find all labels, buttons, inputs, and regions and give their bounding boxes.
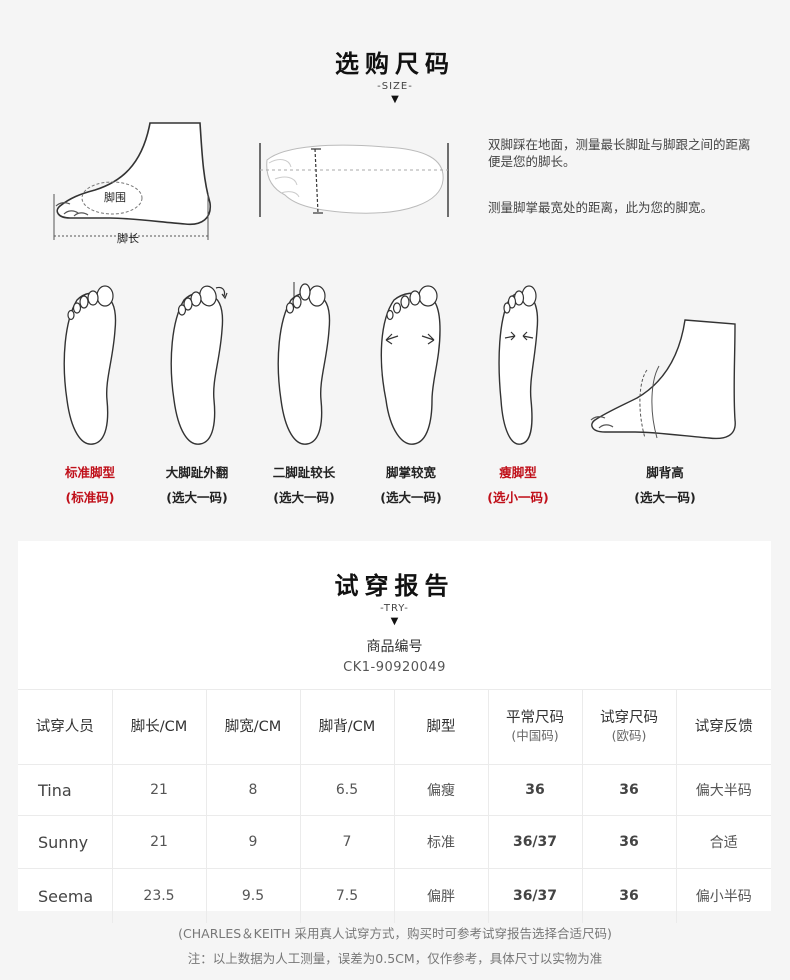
foot-type-slim: 瘦脚型 (选小一码): [463, 280, 573, 506]
standard-foot-icon: [63, 285, 117, 445]
bunion-foot-icon: [170, 285, 228, 445]
tester-name: Sunny: [18, 815, 113, 869]
foot-type-label: 二脚趾较长: [272, 465, 336, 480]
tester-name: Tina: [18, 764, 113, 816]
foot-type-bunion: 大脚趾外翻 (选大一码): [142, 280, 252, 506]
down-arrow-icon: ▼: [391, 94, 399, 105]
foot-width-cell: 9.5: [206, 868, 301, 923]
girth-label: 脚围: [104, 191, 126, 204]
normal-size-cell: 36/37: [488, 815, 583, 869]
feedback-cell: 偏小半码: [676, 868, 771, 923]
high-instep-foot-icon: [590, 319, 736, 440]
table-row: Sunny 21 9 7 标准 36/37 36 合适: [18, 815, 771, 869]
foot-type-label: 瘦脚型: [499, 465, 537, 480]
foot-side-diagram: 脚围 脚长: [50, 118, 220, 252]
header-trial-size: 试穿尺码 (欧码): [582, 689, 677, 765]
foot-length-cell: 23.5: [112, 868, 207, 923]
foot-type-note: (选大一码): [273, 490, 335, 505]
header-feedback: 试穿反馈: [676, 689, 771, 765]
trial-size-cell: 36: [582, 764, 677, 816]
foot-type-note: (选大一码): [166, 490, 228, 505]
header-foot-length: 脚长/CM: [112, 689, 207, 765]
product-code-value: CK1-90920049: [343, 660, 446, 675]
wide-foot-icon: [380, 285, 441, 445]
foot-type-long-second-toe: 二脚趾较长 (选大一码): [249, 280, 359, 506]
normal-size-cell: 36/37: [488, 868, 583, 923]
foot-type-label: 大脚趾外翻: [165, 465, 229, 480]
length-label: 脚长: [117, 232, 139, 245]
footnote-disclaimer: 注：以上数据为人工测量，误差为0.5CM，仅作参考，具体尺寸以实物为准: [187, 951, 603, 966]
foot-type-note: (选大一码): [634, 490, 696, 505]
table-header-row: 试穿人员 脚长/CM 脚宽/CM 脚背/CM 脚型 平常尺码 (中国码) 试穿尺码…: [18, 689, 771, 765]
feedback-cell: 偏大半码: [676, 764, 771, 816]
length-description: 双脚踩在地面，测量最长脚趾与脚跟之间的距离便是您的脚长。: [488, 137, 751, 169]
foot-type-cell: 标准: [394, 815, 489, 869]
trial-size-cell: 36: [582, 868, 677, 923]
size-section-header: 选购尺码 -SIZE- ▼: [0, 44, 790, 105]
header-tester: 试穿人员: [18, 689, 113, 765]
size-title: 选购尺码: [335, 50, 455, 78]
foot-type-cell: 偏胖: [394, 868, 489, 923]
foot-type-note: (选小一码): [487, 490, 549, 505]
foot-width-cell: 8: [206, 764, 301, 816]
foot-type-cell: 偏瘦: [394, 764, 489, 816]
foot-type-standard: 标准脚型 (标准码): [35, 280, 145, 506]
foot-length-cell: 21: [112, 764, 207, 816]
slim-foot-icon: [498, 285, 539, 445]
trial-report-panel: 试穿报告 -TRY- ▼ 商品编号 CK1-90920049 试穿人员 脚长/C…: [18, 541, 771, 923]
size-subtitle: -SIZE-: [377, 81, 413, 92]
header-instep: 脚背/CM: [300, 689, 395, 765]
foot-type-note: (标准码): [65, 490, 115, 505]
header-foot-type: 脚型: [394, 689, 489, 765]
tester-name: Seema: [18, 868, 113, 923]
trial-subtitle: -TRY-: [380, 603, 409, 614]
normal-size-cell: 36: [488, 764, 583, 816]
foot-type-wide: 脚掌较宽 (选大一码): [356, 280, 466, 506]
footnote-purchase-tip: (CHARLES＆KEITH 采用真人试穿方式，购买时可参考试穿报告选择合适尺码…: [178, 926, 612, 941]
trial-report-table: 试穿人员 脚长/CM 脚宽/CM 脚背/CM 脚型 平常尺码 (中国码) 试穿尺码…: [18, 689, 771, 923]
instep-cell: 7.5: [300, 868, 395, 923]
foot-top-diagram: [255, 135, 455, 229]
trial-size-cell: 36: [582, 815, 677, 869]
instep-cell: 6.5: [300, 764, 395, 816]
foot-type-label: 脚掌较宽: [385, 465, 436, 480]
long-second-toe-foot-icon: [277, 282, 331, 445]
header-normal-size: 平常尺码 (中国码): [488, 689, 583, 765]
trial-title: 试穿报告: [334, 572, 455, 600]
instep-cell: 7: [300, 815, 395, 869]
table-row: Seema 23.5 9.5 7.5 偏胖 36/37 36 偏小半码: [18, 868, 771, 923]
product-code-label: 商品编号: [366, 639, 423, 655]
foot-type-note: (选大一码): [380, 490, 442, 505]
foot-length-cell: 21: [112, 815, 207, 869]
header-foot-width: 脚宽/CM: [206, 689, 301, 765]
width-description: 测量脚掌最宽处的距离，此为您的脚宽。: [488, 200, 714, 215]
foot-type-label: 脚背高: [646, 465, 684, 480]
foot-type-high-instep: 脚背高 (选大一码): [575, 280, 755, 506]
foot-width-cell: 9: [206, 815, 301, 869]
feedback-cell: 合适: [676, 815, 771, 869]
foot-type-label: 标准脚型: [64, 465, 115, 480]
table-row: Tina 21 8 6.5 偏瘦 36 36 偏大半码: [18, 764, 771, 816]
down-arrow-icon: ▼: [390, 616, 399, 627]
trial-section-header: 试穿报告 -TRY- ▼: [18, 566, 771, 627]
